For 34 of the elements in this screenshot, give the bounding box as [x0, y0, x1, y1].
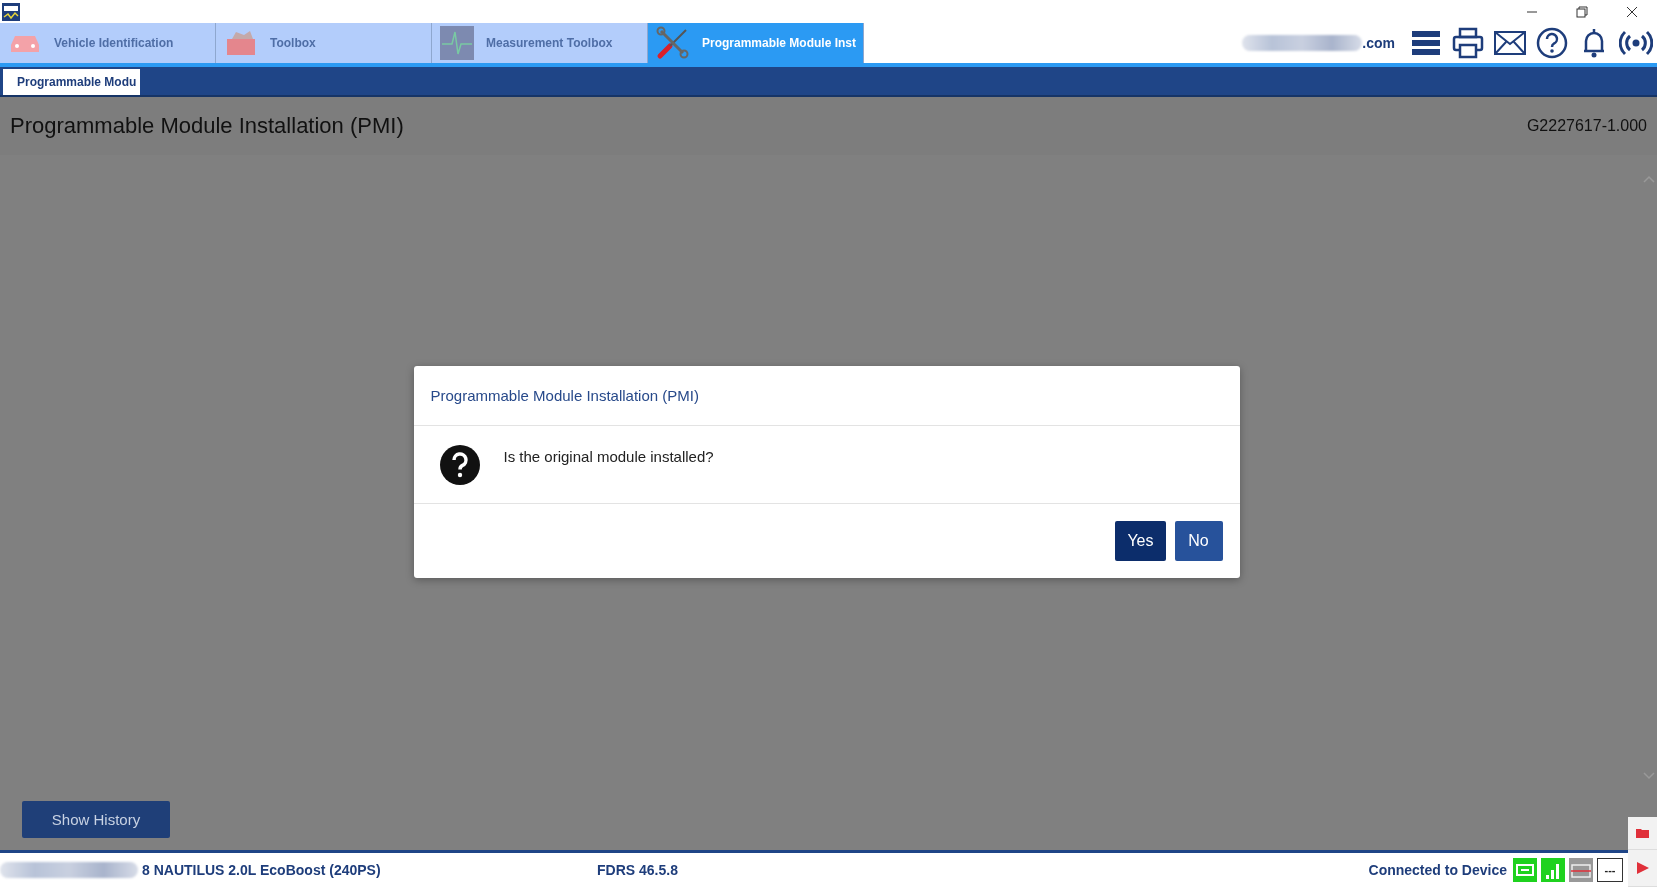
folder-icon [1636, 828, 1649, 838]
dialog-message: Is the original module installed? [503, 448, 714, 465]
wrench-screwdriver-icon [656, 26, 690, 60]
menu-icon [1412, 30, 1440, 56]
adapter-icon [1513, 858, 1537, 882]
print-button[interactable] [1451, 25, 1485, 61]
flag-icon [1636, 862, 1649, 874]
folder-button[interactable] [1628, 817, 1657, 850]
app-version: FDRS 46.5.8 [597, 862, 678, 878]
help-icon [1536, 27, 1568, 59]
battery-voltage: --- [1597, 858, 1623, 882]
broadcast-icon [1619, 29, 1653, 57]
toolbox-icon [224, 29, 258, 57]
printer-icon [1452, 27, 1484, 59]
dialog-button[interactable]: Yes [1115, 521, 1166, 561]
page-tab[interactable]: Programmable Modu [3, 69, 141, 95]
page-code: G2227617-1.000 [1526, 117, 1647, 135]
envelope-icon [1494, 31, 1526, 55]
signal-icon [1541, 858, 1565, 882]
page-title: Programmable Module Installation (PMI) [10, 113, 404, 139]
help-button[interactable] [1535, 25, 1569, 61]
dialog-title: Programmable Module Installation (PMI) [430, 387, 699, 404]
battery-icon [1569, 858, 1593, 882]
flag-button[interactable] [1628, 850, 1657, 887]
connection-status: Connected to Device [1368, 862, 1507, 878]
question-icon [439, 444, 480, 485]
waveform-icon [440, 26, 474, 60]
vehicle-info: 8 NAUTILUS 2.0L EcoBoost (240PS) [142, 862, 382, 878]
restore-icon [1576, 5, 1588, 18]
show-history-button[interactable]: Show History [22, 801, 170, 838]
close-icon [1626, 5, 1638, 18]
account-email: .com [1362, 35, 1395, 51]
bell-icon [1582, 27, 1606, 59]
dialog-button[interactable]: No [1174, 521, 1223, 561]
